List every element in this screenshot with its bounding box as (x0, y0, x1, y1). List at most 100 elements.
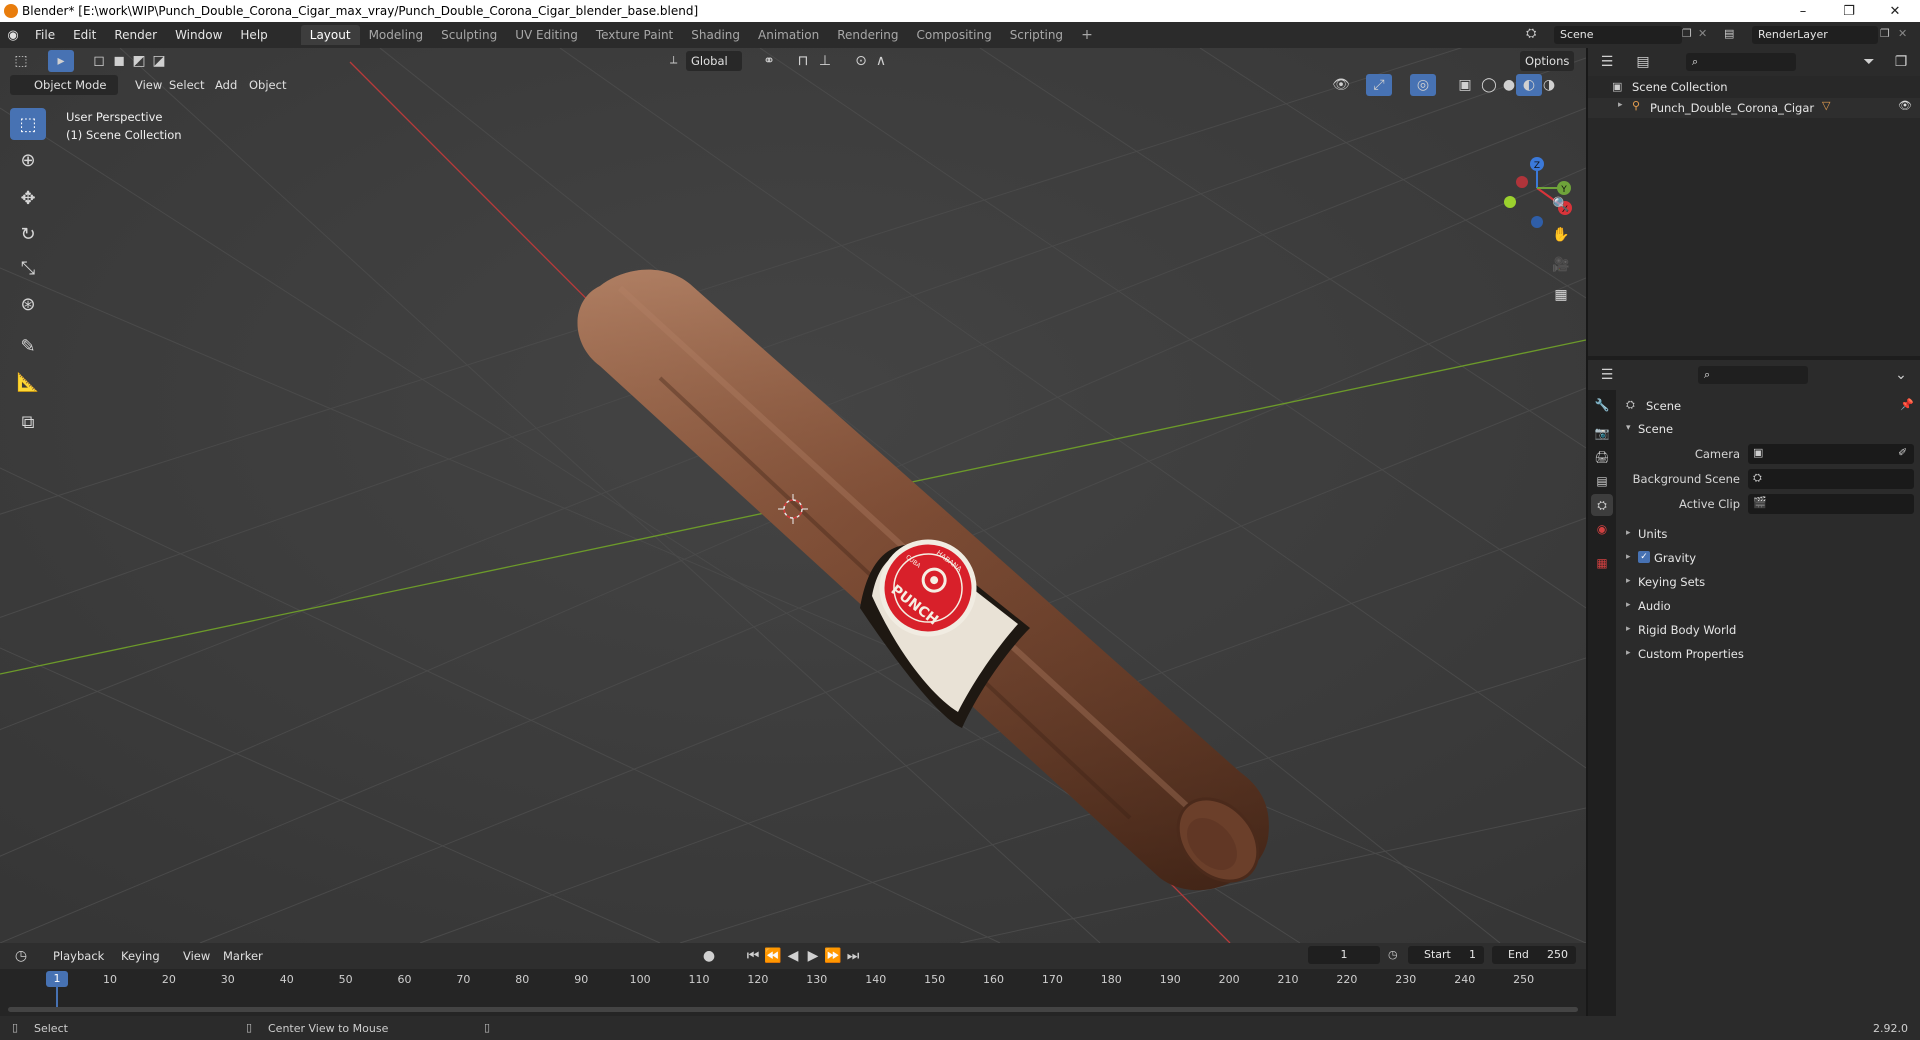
zoom-icon[interactable]: 🔍 (1548, 192, 1574, 218)
active-clip-field[interactable] (1748, 494, 1914, 514)
custom-properties-panel-header[interactable]: Custom Properties (1638, 647, 1744, 661)
render-tab-icon[interactable]: 📷 (1591, 422, 1613, 444)
xray-icon[interactable]: ▣ (1452, 74, 1478, 96)
audio-panel-header[interactable]: Audio (1638, 599, 1671, 613)
pan-hand-icon[interactable]: ✋ (1548, 222, 1574, 248)
select-mode-icon[interactable]: ▸ (48, 50, 74, 72)
menu-edit[interactable]: Edit (64, 28, 105, 42)
workspace-tab-layout[interactable]: Layout (300, 25, 360, 45)
background-scene-field[interactable] (1748, 469, 1914, 489)
collapsed-arrow-icon[interactable]: ▸ (1626, 528, 1631, 538)
units-panel-header[interactable]: Units (1638, 527, 1667, 541)
outliner-search-input[interactable]: ⌕ (1686, 53, 1796, 71)
gravity-checkbox[interactable]: ✓ (1638, 551, 1650, 563)
scene-panel-header[interactable]: Scene (1638, 422, 1673, 436)
tool-cursor-icon[interactable]: ⊕ (10, 144, 46, 176)
new-collection-icon[interactable]: ❐ (1888, 51, 1914, 73)
pivot-icon[interactable]: ⚭ (756, 50, 782, 72)
properties-search-input[interactable]: ⌕ (1698, 366, 1808, 384)
delete-layer-icon[interactable]: ✕ (1898, 27, 1907, 40)
gizmos-icon[interactable]: ⤢ (1366, 74, 1392, 96)
workspace-tab-modeling[interactable]: Modeling (360, 25, 433, 45)
workspace-tab-animation[interactable]: Animation (749, 25, 828, 45)
viewport-menu-add[interactable]: Add (210, 75, 242, 95)
jump-end-icon[interactable]: ⏭ (840, 945, 866, 967)
3d-viewport[interactable]: PUNCH HABANA CUBA Z X Y ⬚ ▸ ◻ ◼ ◩ ◪ ⟂ Gl… (0, 48, 1586, 943)
scene-type-icon[interactable]: ⛭ (1526, 26, 1536, 41)
texture-tab-icon[interactable]: ▦ (1591, 552, 1613, 574)
workspace-tab-rendering[interactable]: Rendering (828, 25, 907, 45)
delete-scene-icon[interactable]: ✕ (1698, 27, 1707, 40)
pin-icon[interactable]: 📌 (1900, 398, 1914, 411)
new-scene-icon[interactable]: ❐ (1682, 27, 1692, 40)
keying-sets-panel-header[interactable]: Keying Sets (1638, 575, 1705, 589)
expand-arrow-icon[interactable]: ▸ (1618, 100, 1623, 110)
workspace-tab-sculpting[interactable]: Sculpting (432, 25, 506, 45)
outliner-root[interactable]: Scene Collection (1632, 80, 1728, 94)
timeline-menu-playback[interactable]: Playback (48, 946, 109, 966)
visibility-icon[interactable]: 👁 (1328, 74, 1354, 96)
output-tab-icon[interactable]: 🖨 (1591, 446, 1613, 468)
menu-help[interactable]: Help (231, 28, 276, 42)
properties-options-icon[interactable]: ⌄ (1888, 364, 1914, 386)
view-layer-icon[interactable]: ▤ (1724, 27, 1734, 40)
gravity-panel-header[interactable]: Gravity (1654, 551, 1696, 565)
add-workspace-button[interactable]: + (1072, 25, 1102, 45)
collapsed-arrow-icon[interactable]: ▸ (1626, 624, 1631, 634)
shading-rendered-icon[interactable]: ◑ (1536, 74, 1562, 96)
workspace-tab-compositing[interactable]: Compositing (907, 25, 1000, 45)
outliner-editor-icon[interactable]: ☰ (1594, 51, 1620, 73)
start-frame-field[interactable]: Start 1 (1408, 946, 1484, 964)
workspace-tab-uv-editing[interactable]: UV Editing (506, 25, 587, 45)
blender-menu-icon[interactable]: ◉ (0, 28, 26, 43)
outliner-filter-icon[interactable]: ⏷ (1856, 51, 1882, 73)
ortho-grid-icon[interactable]: ▦ (1548, 282, 1574, 308)
tool-measure-icon[interactable]: 📐 (10, 366, 46, 398)
outliner-display-mode-icon[interactable]: ▤ (1630, 51, 1656, 73)
maximize-button[interactable]: ❐ (1826, 0, 1872, 22)
tool-add-cube-icon[interactable]: ⧉ (10, 406, 46, 438)
timeline-editor-icon[interactable]: ◷ (8, 945, 34, 967)
menu-render[interactable]: Render (105, 28, 166, 42)
falloff-icon[interactable]: ∧ (868, 50, 894, 72)
collapsed-arrow-icon[interactable]: ▸ (1626, 648, 1631, 658)
timeline-menu-marker[interactable]: Marker (218, 946, 268, 966)
properties-editor-icon[interactable]: ☰ (1594, 364, 1620, 386)
outliner-item-label[interactable]: Punch_Double_Corona_Cigar (1650, 101, 1814, 115)
workspace-tab-texture-paint[interactable]: Texture Paint (587, 25, 682, 45)
record-icon[interactable]: ● (696, 945, 722, 967)
tool-transform-icon[interactable]: ⊛ (10, 288, 46, 320)
viewport-menu-object[interactable]: Object (244, 75, 291, 95)
panel-expanded-arrow-icon[interactable]: ▾ (1626, 423, 1631, 433)
current-frame-field[interactable]: 1 (1308, 946, 1380, 964)
playhead-frame-badge[interactable]: 1 (46, 971, 68, 987)
collapsed-arrow-icon[interactable]: ▸ (1626, 600, 1631, 610)
preview-range-icon[interactable]: ◷ (1388, 948, 1398, 961)
rigid-body-world-panel-header[interactable]: Rigid Body World (1638, 623, 1736, 637)
viewport-menu-select[interactable]: Select (164, 75, 209, 95)
tool-tab-icon[interactable]: 🔧 (1591, 394, 1613, 416)
scene-selector[interactable]: Scene (1554, 26, 1682, 44)
editor-type-icon[interactable]: ⬚ (8, 50, 34, 72)
minimize-button[interactable]: – (1780, 0, 1826, 22)
close-button[interactable]: ✕ (1872, 0, 1918, 22)
overlays-icon[interactable]: ◎ (1410, 74, 1436, 96)
options-dropdown[interactable]: Options (1520, 51, 1575, 71)
visibility-eye-icon[interactable]: 👁 (1898, 99, 1912, 112)
end-frame-field[interactable]: End 250 (1492, 946, 1576, 964)
select-intersect-icon[interactable]: ◪ (146, 50, 172, 72)
world-tab-icon[interactable]: ◉ (1591, 518, 1613, 540)
object-mode-dropdown[interactable]: Object Mode (10, 75, 118, 95)
collapsed-arrow-icon[interactable]: ▸ (1626, 552, 1631, 562)
eyedropper-icon[interactable]: ✐ (1898, 446, 1907, 459)
transform-orientation-dropdown[interactable]: Global (686, 51, 742, 71)
tool-rotate-icon[interactable]: ↻ (10, 218, 46, 250)
tool-move-icon[interactable]: ✥ (10, 182, 46, 214)
timeline-menu-keying[interactable]: Keying (116, 946, 165, 966)
camera-view-icon[interactable]: 🎥 (1548, 252, 1574, 278)
snap-target-icon[interactable]: ⊥ (812, 50, 838, 72)
tool-annotate-icon[interactable]: ✎ (10, 330, 46, 362)
collapsed-arrow-icon[interactable]: ▸ (1626, 576, 1631, 586)
viewport-menu-view[interactable]: View (130, 75, 167, 95)
workspace-tab-shading[interactable]: Shading (682, 25, 749, 45)
